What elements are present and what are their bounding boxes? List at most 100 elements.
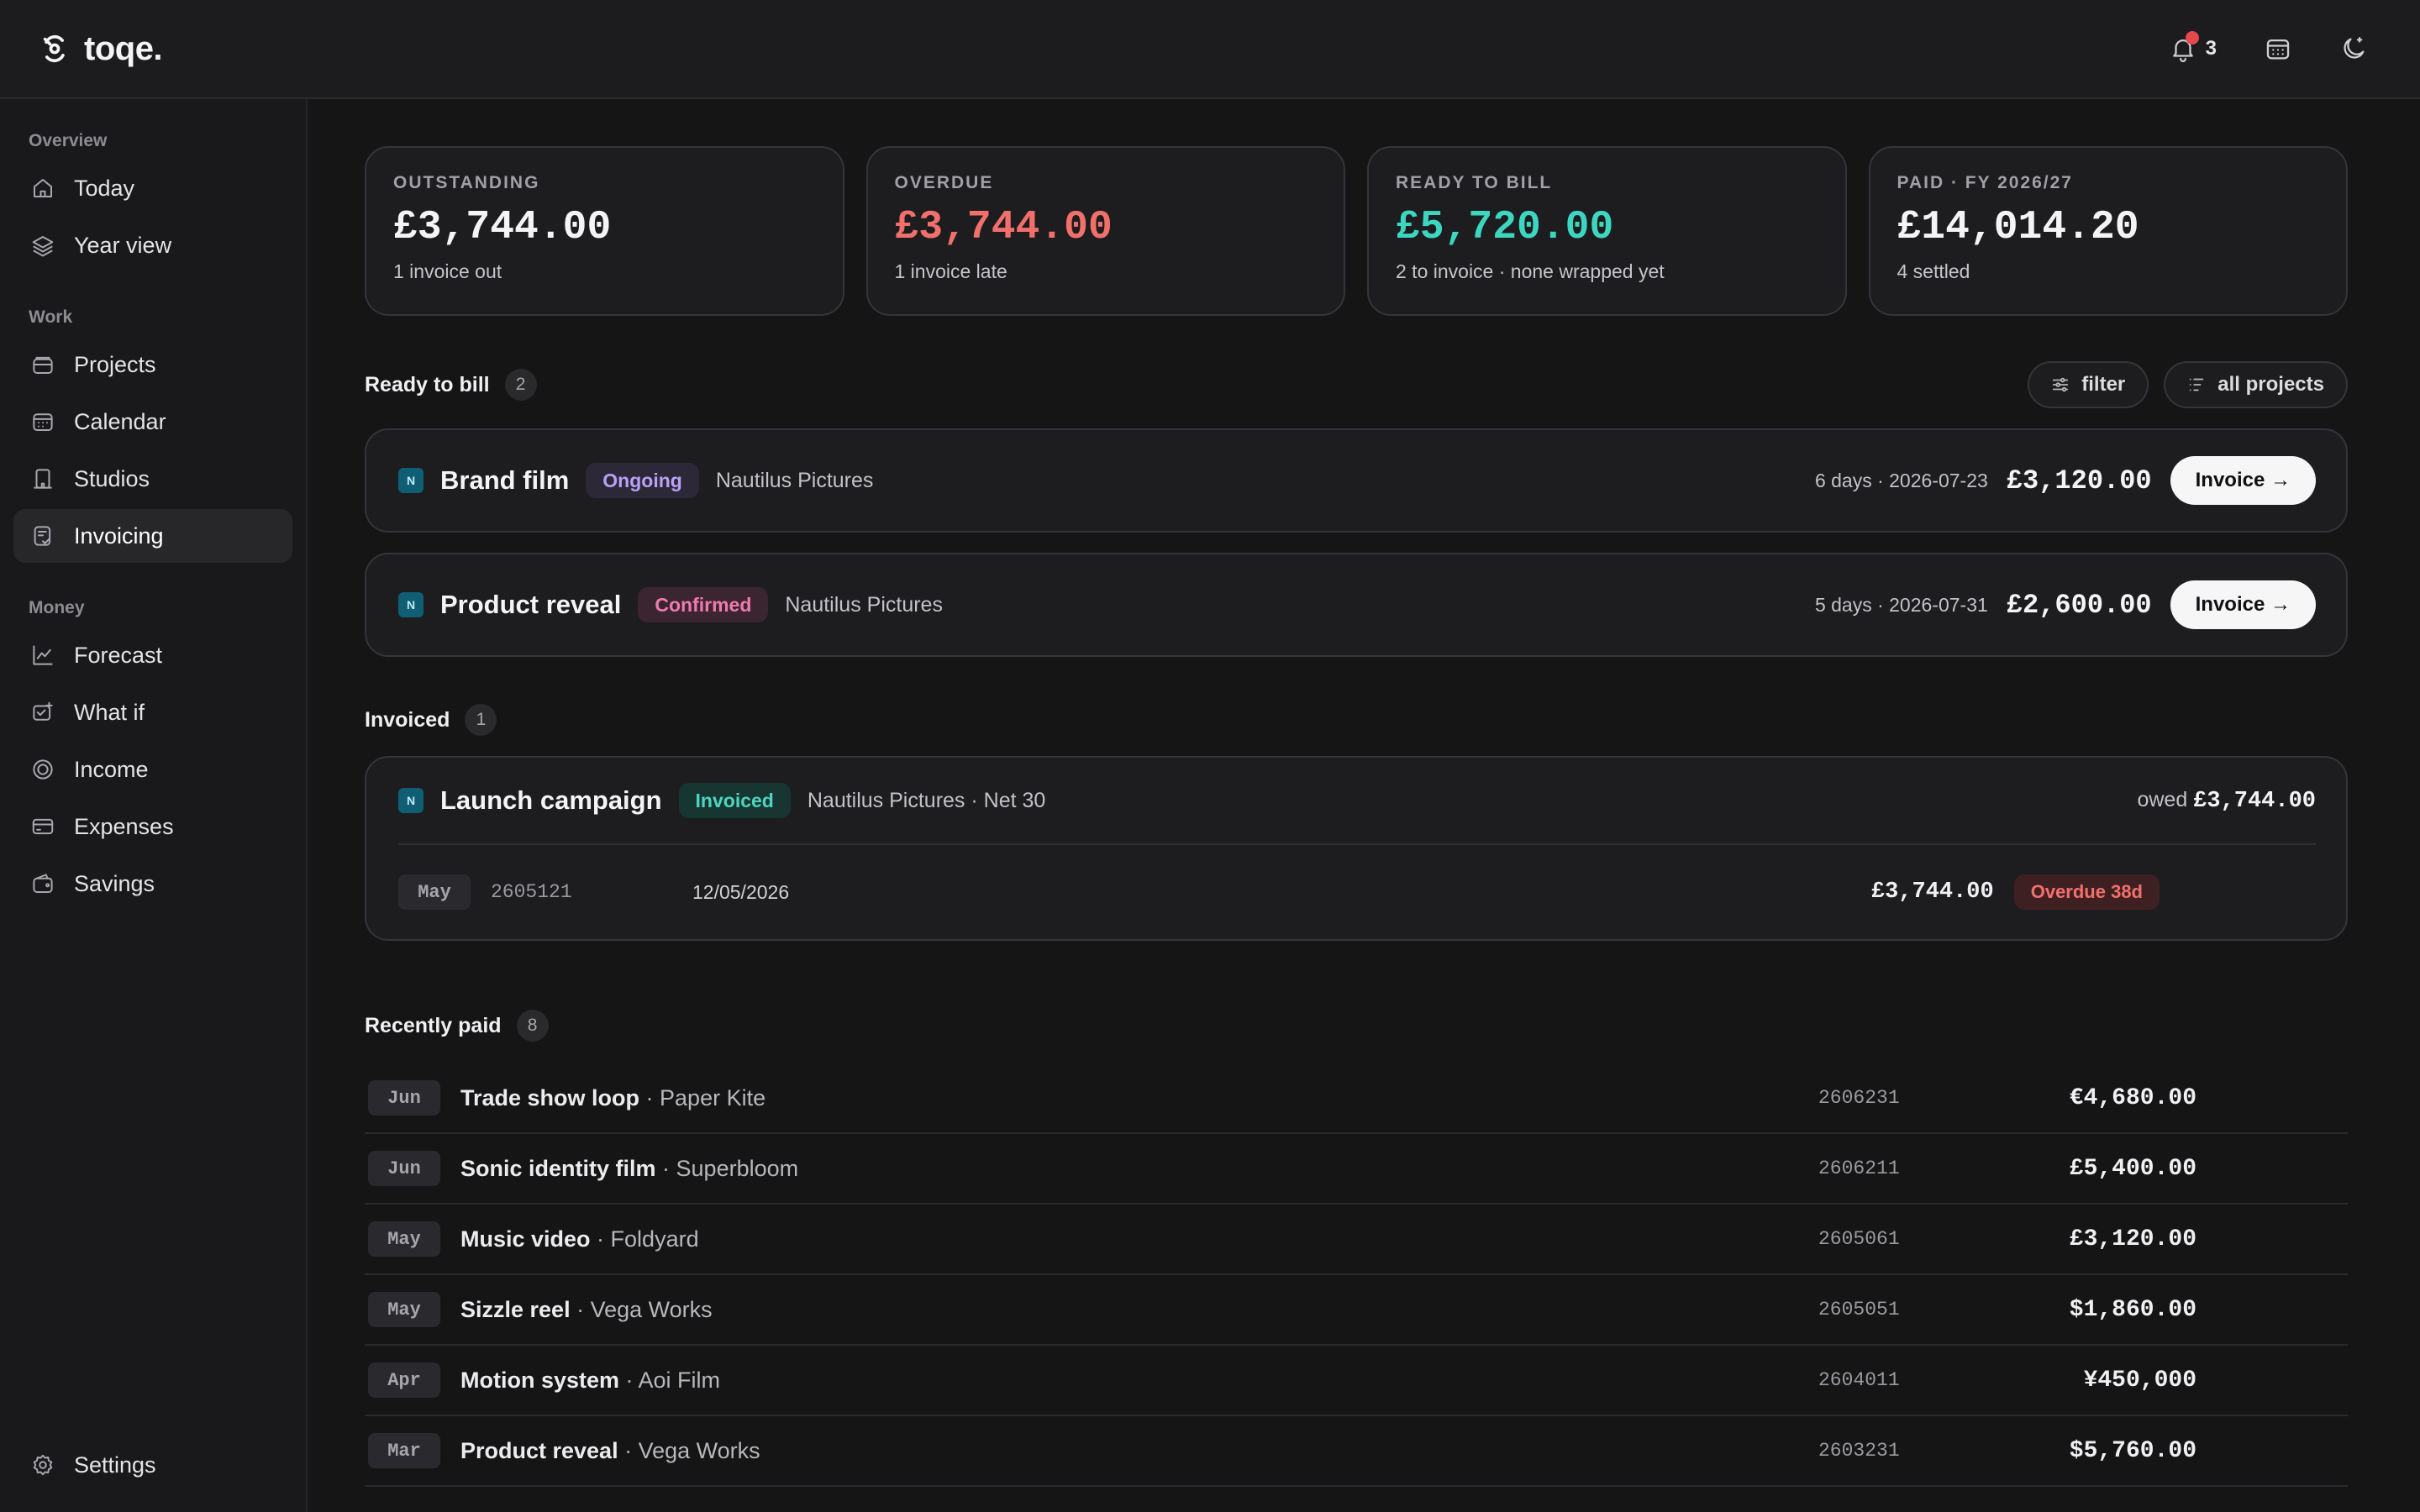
stat-value: £3,744.00: [393, 205, 612, 250]
home-icon: [34, 179, 52, 197]
app-name: toqe.: [84, 29, 163, 67]
project-scope-label: all projects: [2217, 373, 2324, 396]
paid-amount: £5,400.00: [2069, 1155, 2196, 1182]
stat-card-ready-to-bill[interactable]: READY TO BILL £5,720.00 2 to invoice · n…: [1367, 146, 1847, 316]
nav-section-overview: Overview: [29, 131, 108, 150]
theme-toggle-button[interactable]: [2339, 34, 2368, 63]
project-name: Launch campaign: [440, 785, 662, 815]
nav-section-work: Work: [29, 307, 73, 327]
ready-to-bill-section: Ready to bill 2 filter all projects N Br…: [365, 361, 2348, 657]
invoice-button[interactable]: Invoice →: [2170, 456, 2316, 505]
paid-client: · Vega Works: [618, 1437, 760, 1463]
invoice-number: 2603231: [1818, 1440, 1900, 1462]
stat-subtext: 2 to invoice · none wrapped yet: [1396, 260, 1665, 282]
sidebar-item-label: Income: [74, 756, 149, 782]
sidebar-item-invoicing[interactable]: Invoicing: [13, 509, 292, 563]
paid-row[interactable]: Mar Product reveal · Vega Works 2603231 …: [365, 1416, 2348, 1487]
paid-project: Product reveal · Vega Works: [460, 1438, 760, 1464]
invoice-line[interactable]: May 2605121 12/05/2026 £3,744.00 Overdue…: [398, 845, 2316, 939]
due-meta: 5 days · 2026-07-31: [1814, 593, 1988, 616]
project-scope-dropdown[interactable]: all projects: [2164, 361, 2348, 408]
calendar-icon: [33, 413, 53, 431]
month-chip: May: [398, 874, 471, 910]
brand[interactable]: toqe.: [40, 29, 163, 68]
trend-chart-icon: [33, 645, 53, 665]
sidebar-item-calendar[interactable]: Calendar: [13, 395, 292, 449]
paid-project-title: Sonic identity film: [460, 1155, 656, 1181]
bill-row[interactable]: N Brand film Ongoing Nautilus Pictures 6…: [365, 428, 2348, 533]
sidebar-item-label: Calendar: [74, 408, 166, 434]
paid-row[interactable]: Jun Sonic identity film · Superbloom 260…: [365, 1134, 2348, 1205]
bill-row[interactable]: N Product reveal Confirmed Nautilus Pict…: [365, 553, 2348, 657]
stat-card-overdue[interactable]: OVERDUE £3,744.00 1 invoice late: [865, 146, 1345, 316]
sidebar-item-expenses[interactable]: Expenses: [13, 800, 292, 853]
invoice-number: 2605051: [1818, 1299, 1900, 1320]
paid-project-title: Music video: [460, 1226, 591, 1252]
filter-button[interactable]: filter: [2028, 361, 2149, 408]
sidebar-item-studios[interactable]: Studios: [13, 452, 292, 506]
count-badge: 8: [516, 1010, 549, 1042]
section-title-text: Ready to bill: [365, 372, 490, 396]
paid-row[interactable]: May Music video · Foldyard 2605061 £3,12…: [365, 1205, 2348, 1275]
calendar-button[interactable]: [2264, 34, 2292, 63]
due-meta: 6 days · 2026-07-23: [1814, 469, 1988, 491]
stat-subtext: 1 invoice late: [894, 260, 1007, 282]
client-badge: N: [398, 468, 424, 493]
sidebar-item-label: Savings: [74, 870, 155, 896]
sidebar-item-income[interactable]: Income: [13, 743, 292, 796]
stat-value: £3,744.00: [894, 205, 1113, 250]
invoice-number: 2606231: [1818, 1087, 1900, 1109]
sidebar-item-label: Forecast: [74, 642, 163, 668]
month-chip: May: [368, 1292, 440, 1327]
invoiced-project-card[interactable]: N Launch campaign Invoiced Nautilus Pict…: [365, 756, 2348, 941]
invoice-button[interactable]: Invoice →: [2170, 580, 2316, 629]
status-badge: Ongoing: [586, 463, 699, 498]
sidebar-item-settings[interactable]: Settings: [13, 1438, 292, 1492]
month-chip: Jun: [368, 1080, 440, 1116]
sidebar-item-label: Settings: [74, 1452, 156, 1478]
building-icon: [34, 469, 52, 489]
stat-label: OVERDUE: [894, 173, 994, 192]
paid-amount: $5,760.00: [2069, 1437, 2196, 1464]
paid-project-title: Trade show loop: [460, 1084, 640, 1110]
scenario-icon: [33, 701, 53, 721]
paid-row[interactable]: May Sizzle reel · Vega Works 2605051 $1,…: [365, 1275, 2348, 1346]
invoice-icon: [34, 526, 51, 546]
stat-card-outstanding[interactable]: OUTSTANDING £3,744.00 1 invoice out: [365, 146, 844, 316]
sidebar-item-savings[interactable]: Savings: [13, 857, 292, 911]
stat-subtext: 4 settled: [1897, 260, 1970, 282]
stat-value: £5,720.00: [1396, 205, 1614, 250]
paid-project-title: Product reveal: [460, 1437, 618, 1463]
recently-paid-section: Recently paid 8 Jun Trade show loop · Pa…: [365, 1010, 2348, 1487]
paid-client: · Paper Kite: [639, 1084, 766, 1110]
invoice-number: 2606211: [1818, 1158, 1900, 1179]
project-name: Brand film: [440, 465, 570, 495]
sidebar-item-label: Projects: [74, 351, 156, 377]
paid-project: Sonic identity film · Superbloom: [460, 1156, 798, 1182]
stat-card-paid[interactable]: PAID · FY 2026/27 £14,014.20 4 settled: [1868, 146, 2348, 316]
sidebar-item-year-view[interactable]: Year view: [13, 218, 292, 272]
sidebar-item-forecast[interactable]: Forecast: [13, 628, 292, 682]
sidebar-item-label: Year view: [74, 232, 172, 258]
invoice-number: 2604011: [1818, 1369, 1900, 1391]
invoice-number: 2605121: [491, 881, 572, 903]
main-content: OUTSTANDING £3,744.00 1 invoice out OVER…: [365, 99, 2348, 1512]
month-chip: Apr: [368, 1362, 440, 1398]
paid-client: · Vega Works: [570, 1296, 713, 1322]
notifications-button[interactable]: 3: [2169, 31, 2217, 63]
top-bar: toqe. 3: [0, 0, 2420, 99]
section-title-text: Recently paid: [365, 1013, 502, 1037]
section-title-text: Invoiced: [365, 707, 450, 732]
month-chip: May: [368, 1221, 440, 1257]
paid-row[interactable]: Jun Trade show loop · Paper Kite 2606231…: [365, 1063, 2348, 1134]
paid-row[interactable]: Apr Motion system · Aoi Film 2604011 ¥45…: [365, 1346, 2348, 1416]
sidebar-item-today[interactable]: Today: [13, 161, 292, 215]
paid-project: Trade show loop · Paper Kite: [460, 1085, 765, 1111]
sidebar-item-label: What if: [74, 699, 145, 725]
amount: £3,120.00: [2006, 465, 2152, 496]
sidebar-item-projects[interactable]: Projects: [13, 338, 292, 391]
sidebar-item-what-if[interactable]: What if: [13, 685, 292, 739]
paid-project-title: Motion system: [460, 1367, 620, 1393]
invoice-number: 2605061: [1818, 1228, 1900, 1250]
paid-project: Sizzle reel · Vega Works: [460, 1297, 713, 1323]
